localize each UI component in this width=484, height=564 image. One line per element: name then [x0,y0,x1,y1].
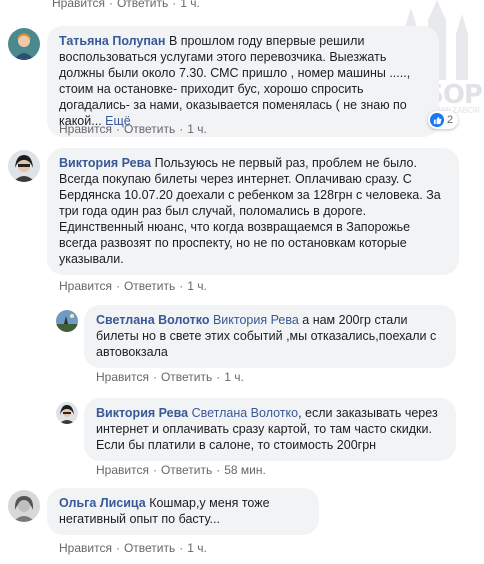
comment-author[interactable]: Виктория Рева [59,156,151,170]
reply-link[interactable]: Ответить [124,122,175,136]
comment-author[interactable]: Виктория Рева [96,406,188,420]
reactions-count: 2 [447,114,454,126]
reply-link[interactable]: Ответить [124,541,175,555]
like-link[interactable]: Нравится [59,279,112,293]
like-link[interactable]: Нравится [96,370,149,384]
comment-actions: Нравится · Ответить · 58 мин. [96,463,266,477]
comment-actions: Нравится · Ответить · 1 ч. [59,279,207,293]
reply-bubble: Виктория Рева Светлана Волотко, если зак… [84,398,456,461]
reply-link[interactable]: Ответить [161,370,212,384]
avatar[interactable] [8,28,40,60]
comment-bubble: Ольга Лисица Кошмар,у меня тоже негативн… [47,488,319,535]
mention-link[interactable]: Виктория Рева [213,313,299,327]
timestamp: 1 ч. [224,370,244,384]
like-link[interactable]: Нравится [59,122,112,136]
timestamp: 58 мин. [224,463,266,477]
timestamp: 1 ч. [180,0,200,10]
thumbs-up-icon [430,113,444,127]
reply-bubble: Светлана Волотко Виктория Рева а нам 200… [84,305,456,368]
reply-link[interactable]: Ответить [161,463,212,477]
like-link[interactable]: Нравится [96,463,149,477]
comment-actions: Нравится · Ответить · 1 ч. [59,541,207,555]
timestamp: 1 ч. [187,541,207,555]
mention-link[interactable]: Светлана Волотко [192,406,299,420]
avatar[interactable] [8,150,40,182]
comment-text: Пользуюсь не первый раз, проблем не было… [59,156,441,266]
timestamp: 1 ч. [187,122,207,136]
reply-link[interactable]: Ответить [124,279,175,293]
comment-bubble: Виктория Рева Пользуюсь не первый раз, п… [47,148,459,275]
comment-bubble: Татьяна Полупан В прошлом году впервые р… [47,26,439,137]
comment-actions: Нравится · Ответить · 1 ч. [96,370,244,384]
comment-author[interactable]: Ольга Лисица [59,496,146,510]
timestamp: 1 ч. [187,279,207,293]
like-link[interactable]: Нравится [52,0,105,10]
comment-actions: Нравится · Ответить · 1 ч. [59,122,207,136]
comment-author[interactable]: Светлана Волотко [96,313,209,327]
reply-link[interactable]: Ответить [117,0,168,10]
avatar[interactable] [8,490,40,522]
top-comment-actions: Нравится · Ответить · 1 ч. [52,0,200,10]
avatar[interactable] [56,310,78,332]
avatar[interactable] [56,402,78,424]
comment-author[interactable]: Татьяна Полупан [59,34,165,48]
like-link[interactable]: Нравится [59,541,112,555]
reactions-badge[interactable]: 2 [428,111,459,129]
